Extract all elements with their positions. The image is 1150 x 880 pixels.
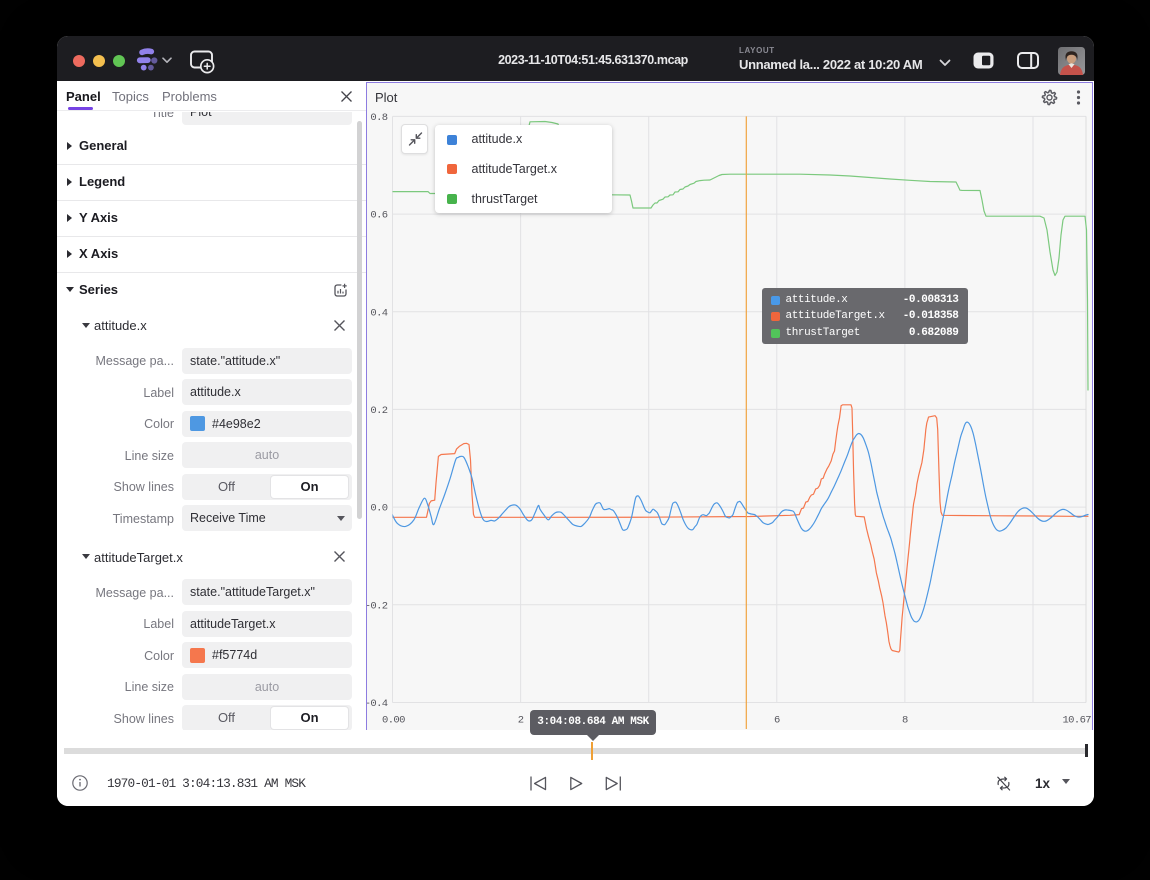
- svg-text:2: 2: [518, 715, 524, 727]
- svg-text:8: 8: [902, 715, 908, 727]
- svg-text:-0.2: -0.2: [367, 600, 388, 612]
- svg-text:6: 6: [774, 715, 780, 727]
- svg-text:0.8: 0.8: [370, 112, 387, 124]
- svg-text:0.2: 0.2: [370, 405, 387, 417]
- svg-text:10.67: 10.67: [1062, 715, 1091, 727]
- svg-text:0.4: 0.4: [370, 307, 387, 319]
- svg-text:0.00: 0.00: [382, 715, 405, 727]
- svg-text:-0.4: -0.4: [367, 698, 388, 710]
- svg-text:0.0: 0.0: [370, 503, 387, 515]
- svg-text:0.6: 0.6: [370, 210, 387, 222]
